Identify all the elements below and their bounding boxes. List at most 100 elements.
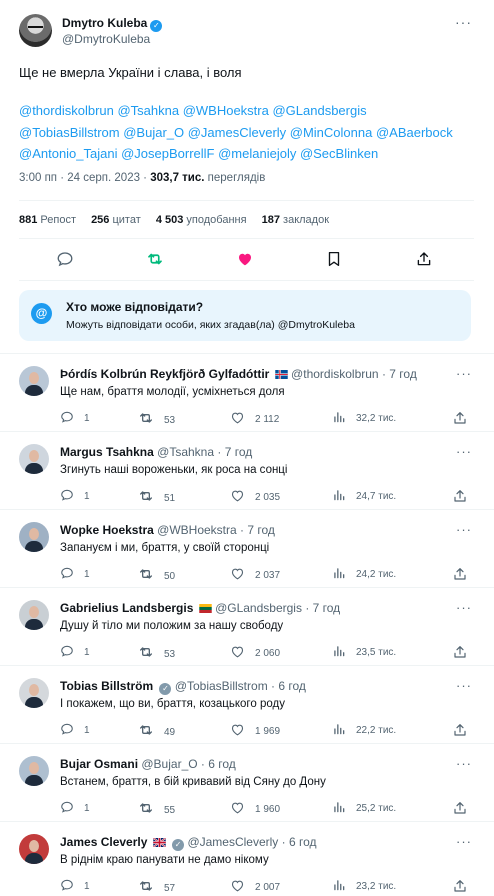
reply-count[interactable]: 1 [60,488,90,504]
view-count[interactable]: 23,5 тис. [332,644,396,660]
reply-author-handle[interactable]: @Tsahkna [157,445,214,459]
like-count[interactable]: 1 960 [230,800,280,816]
reply-item[interactable]: Margus Tsahkna @Tsahkna · 7 год ··· Згин… [0,431,494,509]
share-icon[interactable] [452,878,468,894]
reply-time[interactable]: · 7 год [217,445,252,459]
reply-author-handle[interactable]: @JamesCleverly [187,835,278,849]
author-avatar[interactable] [19,14,52,47]
verified-badge-icon: ✓ [172,839,185,851]
reply-item[interactable]: Þórdís Kolbrún Reykfjörð Gylfadóttir @th… [0,353,494,431]
quotes-label: цитат [109,214,141,226]
author-name-text[interactable]: Dmytro Kuleba [62,16,147,30]
reply-time[interactable]: · 6 год [282,835,317,849]
reply-author-name[interactable]: Þórdís Kolbrún Reykfjörð Gylfadóttir [60,367,269,381]
avatar[interactable] [19,522,49,552]
repost-icon[interactable] [146,250,164,268]
avatar[interactable] [19,756,49,786]
reposts-stat[interactable]: 881 Репост [19,214,76,226]
share-icon[interactable] [415,250,433,268]
reply-time[interactable]: · 6 год [271,679,306,693]
bookmark-icon[interactable] [325,250,343,268]
repost-count[interactable]: 57 [138,878,175,894]
share-icon[interactable] [452,644,468,660]
avatar[interactable] [19,678,49,708]
share-icon[interactable] [452,566,468,582]
reply-count[interactable]: 1 [60,410,90,426]
mentions-line[interactable]: @thordiskolbrun @Tsahkna @WBHoekstra @GL… [19,100,479,122]
more-options-icon[interactable]: ··· [456,600,472,615]
avatar[interactable] [19,444,49,474]
view-count[interactable]: 23,2 тис. [332,878,396,894]
reply-item[interactable]: Bujar Osmani @Bujar_O · 6 год ··· Встане… [0,743,494,821]
reply-author-name[interactable]: Wopke Hoekstra [60,523,154,537]
share-icon[interactable] [452,488,468,504]
more-options-icon[interactable]: ··· [456,444,472,459]
quotes-stat[interactable]: 256 цитат [91,214,141,226]
reply-item[interactable]: Gabrielius Landsbergis @GLandsbergis · 7… [0,587,494,665]
reply-item[interactable]: James Cleverly ✓ @JamesCleverly · 6 год … [0,821,494,896]
reply-author-handle[interactable]: @TobiasBillstrom [175,679,268,693]
reply-author-handle[interactable]: @GLandsbergis [215,601,302,615]
reply-count[interactable]: 1 [60,878,90,894]
share-icon[interactable] [452,800,468,816]
repost-count[interactable]: 53 [138,644,175,660]
more-options-icon[interactable]: ··· [456,834,472,849]
like-count[interactable]: 2 112 [230,410,279,426]
likes-stat[interactable]: 4 503 уподобання [156,214,247,226]
reply-author-name[interactable]: Tobias Billström [60,679,153,693]
reply-count[interactable]: 1 [60,644,90,660]
author-handle[interactable]: @DmytroKuleba [62,32,150,46]
author-name[interactable]: Dmytro Kuleba ✓ [62,16,163,32]
view-count[interactable]: 32,2 тис. [332,410,396,426]
repost-count[interactable]: 53 [138,410,175,426]
like-count[interactable]: 2 007 [230,878,280,894]
reply-item[interactable]: Wopke Hoekstra @WBHoekstra · 7 год ··· З… [0,509,494,587]
more-options-icon[interactable]: ··· [455,14,472,30]
reply-item[interactable]: Tobias Billström ✓ @TobiasBillstrom · 6 … [0,665,494,743]
reply-author-name[interactable]: Gabrielius Landsbergis [60,601,193,615]
reply-count[interactable]: 1 [60,566,90,582]
like-count[interactable]: 2 035 [230,488,280,504]
view-count[interactable]: 22,2 тис. [332,722,396,738]
reply-text: Згинуть наші вороженьки, як роса на сонц… [60,464,288,476]
like-icon[interactable] [236,250,254,268]
repost-count[interactable]: 49 [138,722,175,738]
reply-author-name[interactable]: Bujar Osmani [60,757,138,771]
reply-icon[interactable] [56,250,74,268]
reply-time[interactable]: · 6 год [201,757,236,771]
reply-author-name[interactable]: James Cleverly [60,835,147,849]
repost-count[interactable]: 50 [138,566,175,582]
reply-count[interactable]: 1 [60,722,90,738]
more-options-icon[interactable]: ··· [456,678,472,693]
reply-author-handle[interactable]: @Bujar_O [141,757,197,771]
mentions-line[interactable]: @Antonio_Tajani @JosepBorrellF @melaniej… [19,143,479,165]
reply-author-name[interactable]: Margus Tsahkna [60,445,154,459]
more-options-icon[interactable]: ··· [456,756,472,771]
reply-text: Встанем, браття, в бій кривавий від Сяну… [60,776,326,788]
repost-count[interactable]: 51 [138,488,175,504]
like-count[interactable]: 1 969 [230,722,280,738]
reply-time[interactable]: · 7 год [305,601,340,615]
reply-count[interactable]: 1 [60,800,90,816]
like-count[interactable]: 2 037 [230,566,280,582]
view-count[interactable]: 24,2 тис. [332,566,396,582]
avatar[interactable] [19,834,49,864]
tweet-timestamp[interactable]: 3:00 пп · 24 серп. 2023 · [19,172,150,184]
like-count[interactable]: 2 060 [230,644,280,660]
bookmarks-stat[interactable]: 187 закладок [262,214,329,226]
reply-time[interactable]: · 7 год [382,367,417,381]
divider [19,280,474,281]
avatar[interactable] [19,600,49,630]
repost-count[interactable]: 55 [138,800,175,816]
more-options-icon[interactable]: ··· [456,366,472,381]
avatar[interactable] [19,366,49,396]
reply-author-handle[interactable]: @WBHoekstra [157,523,237,537]
reply-author-handle[interactable]: @thordiskolbrun [291,367,379,381]
more-options-icon[interactable]: ··· [456,522,472,537]
mentions-line[interactable]: @TobiasBillstrom @Bujar_O @JamesCleverly… [19,122,479,144]
share-icon[interactable] [452,410,468,426]
view-count[interactable]: 24,7 тис. [332,488,396,504]
reply-time[interactable]: · 7 год [240,523,275,537]
view-count[interactable]: 25,2 тис. [332,800,396,816]
share-icon[interactable] [452,722,468,738]
